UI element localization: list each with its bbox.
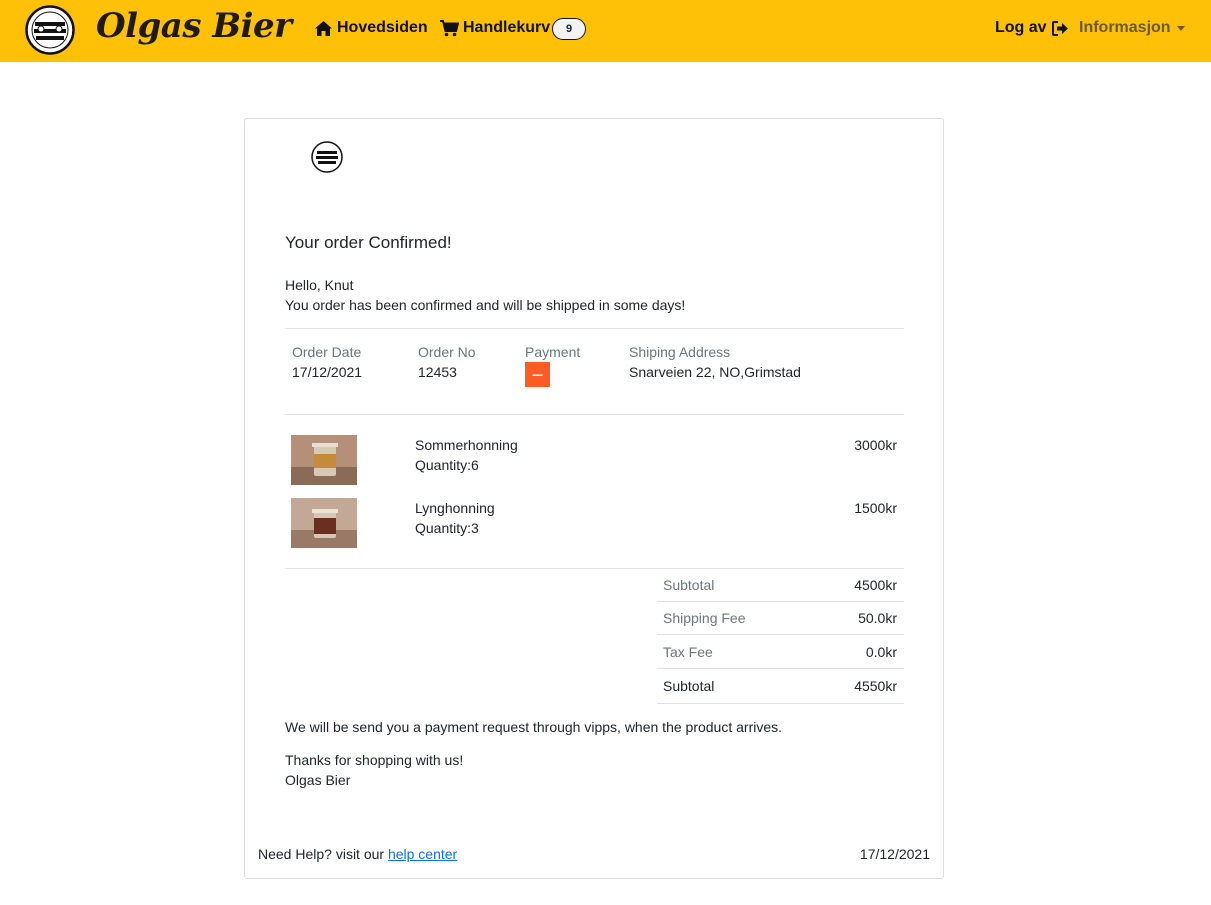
info-dropdown-label: Informasjon (1079, 19, 1171, 36)
help-center-link[interactable]: help center (388, 846, 457, 862)
divider (657, 703, 904, 704)
product-image-sommerhonning (291, 435, 357, 485)
info-dropdown[interactable]: Informasjon (1079, 17, 1185, 39)
greeting-text: Hello, Knut (285, 277, 354, 293)
order-date-label: Order Date (292, 344, 362, 360)
sign-out-icon (1051, 20, 1068, 36)
item-quantity: Quantity:6 (415, 457, 479, 473)
thanks-text: Thanks for shopping with us! (285, 752, 464, 768)
divider (285, 328, 904, 329)
logout-link[interactable]: Log av (995, 17, 1069, 39)
total-label: Subtotal (663, 678, 715, 694)
home-icon (315, 20, 332, 36)
item-price: 1500kr (854, 500, 897, 516)
tax-fee-label: Tax Fee (663, 644, 713, 660)
order-title: Your order Confirmed! (285, 233, 452, 252)
divider (657, 634, 904, 635)
payment-label: Payment (525, 344, 581, 360)
item-name: Lynghonning (415, 500, 495, 516)
item-name: Sommerhonning (415, 437, 518, 453)
shipping-fee-label: Shipping Fee (663, 610, 746, 626)
subtotal-label: Subtotal (663, 577, 715, 593)
payment-note: We will be send you a payment request th… (285, 719, 783, 735)
order-no-label: Order No (418, 344, 476, 360)
divider (657, 601, 904, 602)
shipping-address-label: Shiping Address (629, 344, 731, 360)
confirmation-message: You order has been confirmed and will be… (285, 297, 686, 313)
nav-cart-label: Handlekurv (463, 19, 551, 36)
vipps-payment-icon: ▬▬ (525, 362, 550, 387)
logout-label: Log av (995, 19, 1047, 36)
subtotal-value: 4500kr (854, 577, 897, 593)
item-price: 3000kr (854, 437, 897, 453)
divider (657, 668, 904, 669)
order-confirmation-card: Your order Confirmed! Hello, Knut You or… (244, 118, 944, 879)
footer-date: 17/12/2021 (859, 846, 930, 862)
order-no-value: 12453 (418, 364, 457, 380)
nav-cart-link[interactable]: Handlekurv (440, 17, 550, 39)
caret-down-icon (1176, 26, 1185, 31)
tax-fee-value: 0.0kr (865, 644, 897, 660)
top-navbar: Olgas Bier Hovedsiden Handlekurv 9 Log a… (0, 0, 1211, 62)
nav-home-link[interactable]: Hovedsiden (314, 17, 428, 39)
card-logo-icon (311, 141, 343, 173)
brand-name[interactable]: Olgas Bier (96, 6, 292, 46)
item-quantity: Quantity:3 (415, 520, 479, 536)
product-image-lynghonning (291, 498, 357, 548)
shipping-fee-value: 50.0kr (858, 610, 897, 626)
nav-home-label: Hovedsiden (337, 19, 428, 36)
help-footer: Need Help? visit our help center (258, 844, 457, 864)
shopping-cart-icon (440, 19, 459, 36)
shipping-address-value: Snarveien 22, NO,Grimstad (629, 364, 801, 380)
divider (285, 414, 904, 415)
brand-logo-icon[interactable] (25, 5, 75, 55)
cart-count-badge: 9 (552, 18, 586, 40)
order-date-value: 17/12/2021 (292, 364, 363, 380)
divider (285, 568, 904, 569)
help-text: Need Help? visit our (258, 846, 385, 862)
total-value: 4550kr (854, 678, 897, 694)
signature-text: Olgas Bier (285, 772, 351, 788)
